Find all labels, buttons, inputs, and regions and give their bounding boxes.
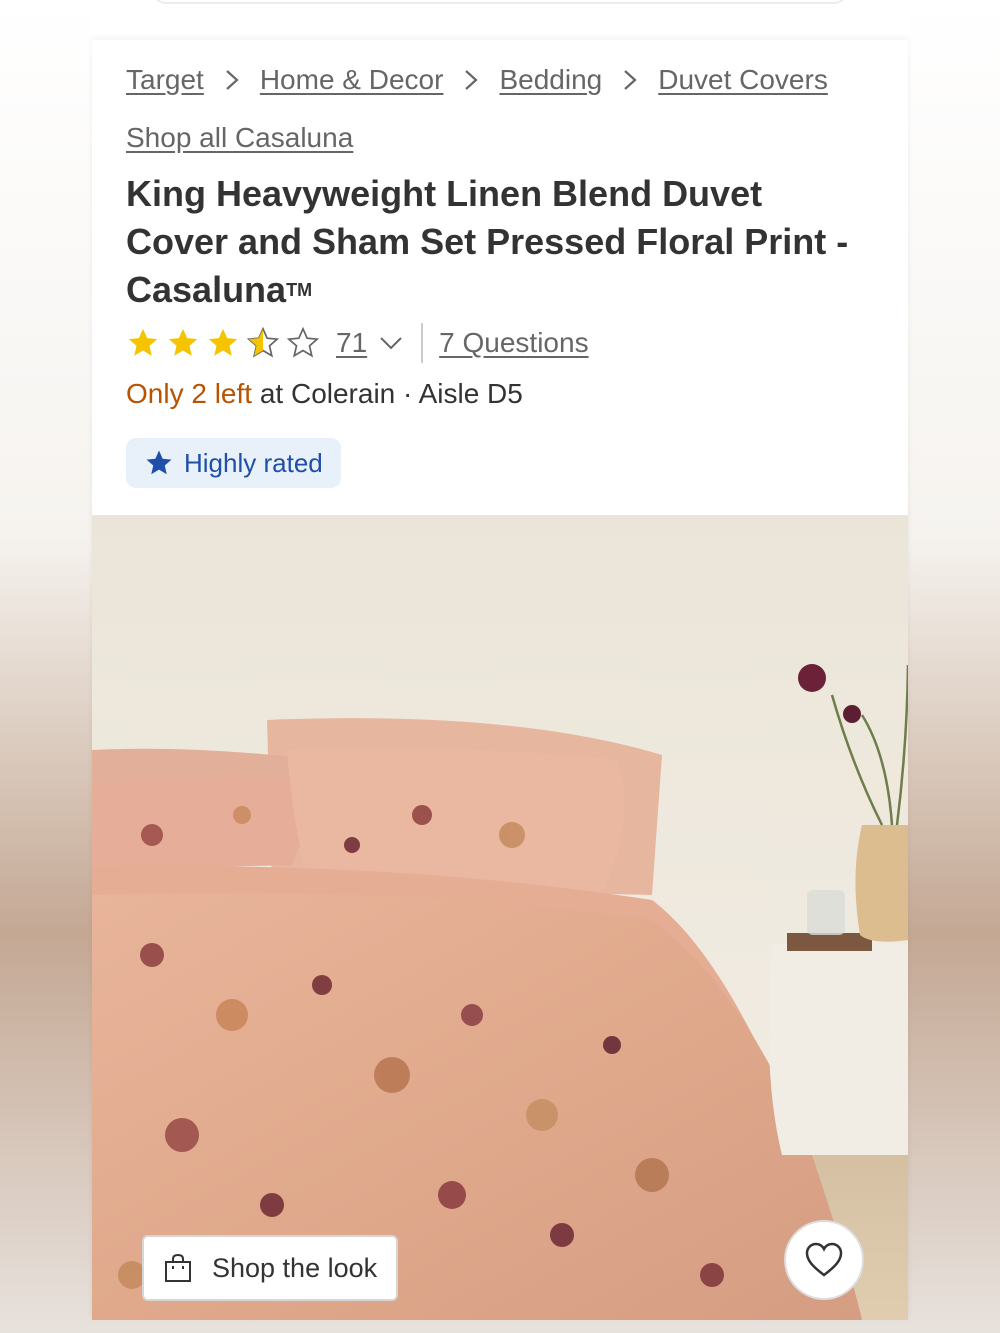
breadcrumb-item-target[interactable]: Target [126, 64, 204, 96]
shop-the-look-label: Shop the look [212, 1252, 378, 1283]
product-photo [92, 515, 908, 1320]
chevron-right-icon [463, 68, 479, 92]
product-title: King Heavyweight Linen Blend Duvet Cover… [126, 170, 866, 314]
search-bar-edge[interactable] [152, 0, 848, 4]
favorite-button[interactable] [784, 1220, 864, 1300]
badge-label: Highly rated [184, 447, 323, 478]
star-empty-icon [286, 326, 320, 358]
breadcrumb: Target Home & Decor Bedding Duvet Covers [126, 64, 888, 96]
shop-all-brand-link[interactable]: Shop all Casaluna [126, 122, 353, 154]
star-icon [128, 328, 158, 356]
breadcrumb-item-bedding[interactable]: Bedding [499, 64, 602, 96]
breadcrumb-item-home-decor[interactable]: Home & Decor [260, 64, 444, 96]
shop-the-look-button[interactable]: Shop the look [142, 1235, 398, 1301]
low-stock-text: Only 2 left [126, 378, 253, 409]
chevron-down-icon[interactable] [379, 335, 403, 351]
highly-rated-badge: Highly rated [126, 438, 341, 488]
product-page: Target Home & Decor Bedding Duvet Covers… [92, 40, 908, 1320]
product-image[interactable]: Shop the look [92, 515, 908, 1320]
chevron-right-icon [622, 68, 638, 92]
star-icon [168, 328, 198, 356]
questions-link[interactable]: 7 Questions [439, 327, 588, 359]
star-filled-icon [146, 450, 172, 475]
store-location-text: at Colerain · Aisle D5 [252, 378, 523, 409]
top-bar [92, 0, 908, 40]
product-title-text: King Heavyweight Linen Blend Duvet Cover… [126, 173, 849, 310]
divider [421, 323, 424, 363]
rating-row: 71 7 Questions [126, 323, 589, 363]
star-half-icon [246, 326, 280, 358]
heart-icon [805, 1242, 843, 1277]
stock-status: Only 2 left at Colerain · Aisle D5 [126, 378, 523, 410]
star-rating[interactable] [126, 326, 320, 360]
trademark-symbol: TM [286, 280, 313, 300]
chevron-right-icon [224, 68, 240, 92]
review-count-link[interactable]: 71 [336, 327, 367, 359]
star-icon [208, 328, 238, 356]
shopping-bag-icon [165, 1253, 191, 1282]
breadcrumb-item-duvet-covers[interactable]: Duvet Covers [658, 64, 828, 96]
